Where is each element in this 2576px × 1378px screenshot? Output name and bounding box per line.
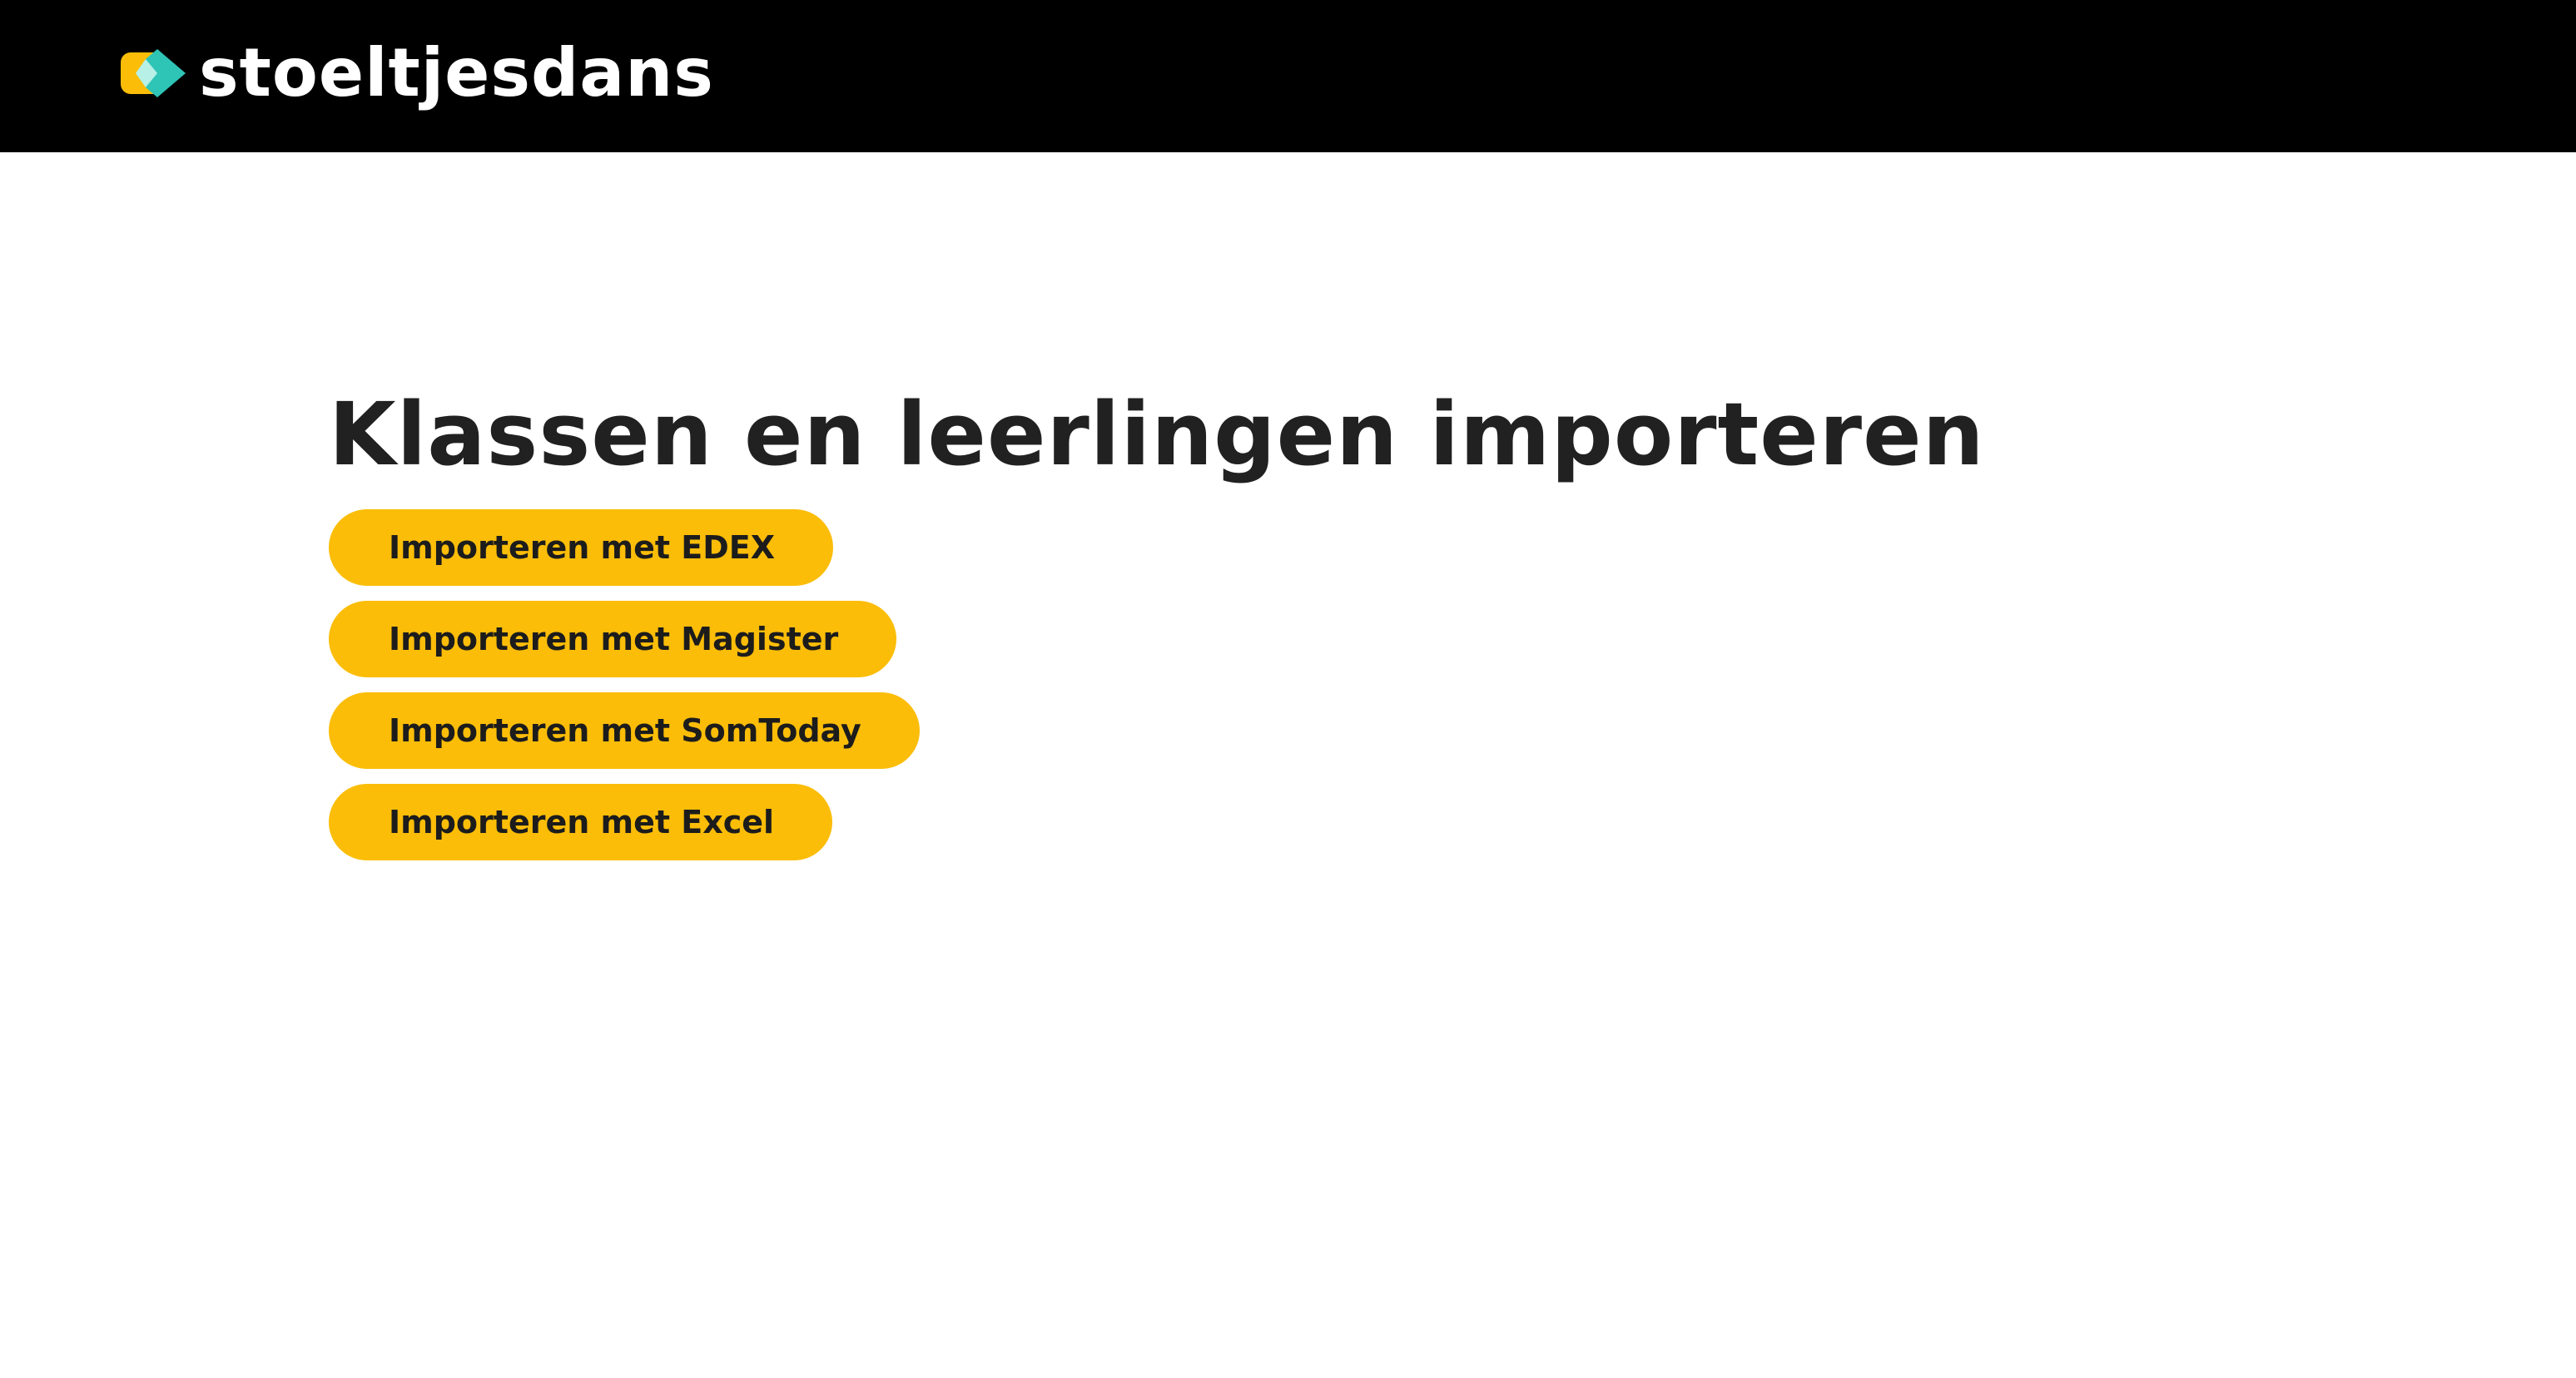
stoeltjesdans-logo-icon bbox=[121, 49, 186, 97]
import-somtoday-button[interactable]: Importeren met SomToday bbox=[329, 692, 920, 769]
top-navigation-bar: stoeltjesdans bbox=[0, 0, 2576, 152]
import-options: Importeren met EDEX Importeren met Magis… bbox=[329, 509, 920, 860]
import-excel-button[interactable]: Importeren met Excel bbox=[329, 784, 833, 860]
brand-home-link[interactable]: stoeltjesdans bbox=[121, 32, 714, 115]
brand-name: stoeltjesdans bbox=[199, 34, 714, 112]
import-edex-button[interactable]: Importeren met EDEX bbox=[329, 509, 834, 586]
page-title: Klassen en leerlingen importeren bbox=[329, 384, 1985, 485]
import-magister-button[interactable]: Importeren met Magister bbox=[329, 601, 897, 677]
